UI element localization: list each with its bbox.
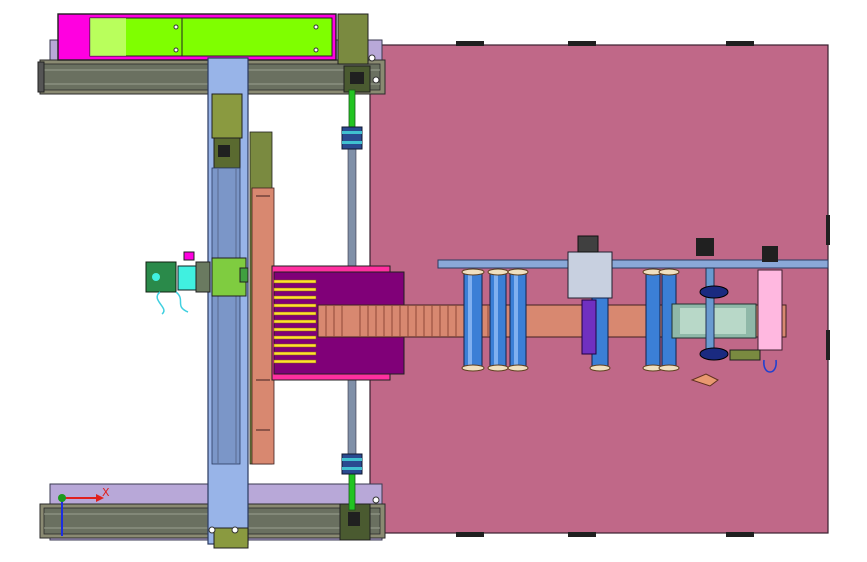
gantry-rack (249, 131, 275, 465)
x-axis-label: X (102, 486, 110, 499)
cad-viewport[interactable]: X (0, 0, 867, 562)
roller-group-left[interactable] (461, 268, 529, 372)
y-axis-marker (58, 494, 66, 502)
assembly-drawing: X (37, 13, 830, 549)
shaft-coupler-top (341, 126, 363, 150)
shaft-coupler-bottom (341, 453, 363, 475)
gantry-beam[interactable] (207, 57, 249, 549)
